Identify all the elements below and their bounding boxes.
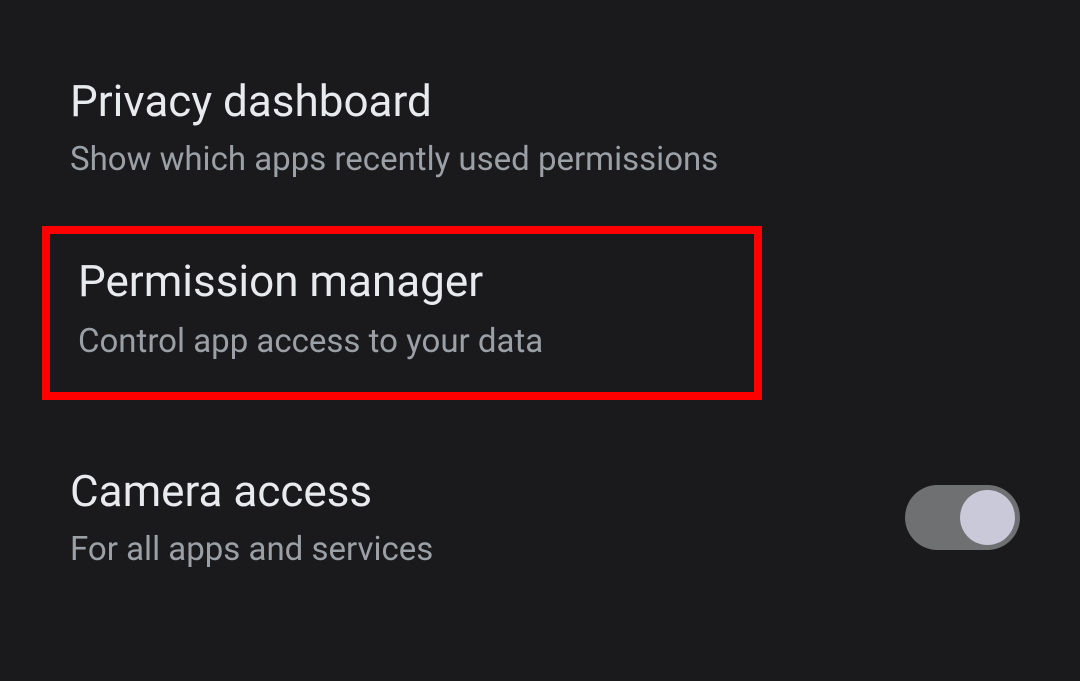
highlighted-permission-manager[interactable]: Permission manager Control app access to…: [42, 226, 762, 400]
setting-text-block: Privacy dashboard Show which apps recent…: [70, 74, 1010, 182]
setting-subtitle: For all apps and services: [70, 529, 865, 572]
setting-camera-access[interactable]: Camera access For all apps and services: [0, 420, 1080, 596]
setting-title: Permission manager: [78, 254, 726, 309]
setting-subtitle: Show which apps recently used permission…: [70, 139, 1010, 182]
setting-title: Privacy dashboard: [70, 74, 1010, 129]
setting-text-block: Permission manager Control app access to…: [78, 254, 726, 364]
privacy-settings-list: Privacy dashboard Show which apps recent…: [0, 0, 1080, 596]
camera-access-toggle[interactable]: [905, 485, 1020, 550]
setting-title: Camera access: [70, 464, 865, 519]
setting-text-block: Camera access For all apps and services: [70, 464, 865, 572]
setting-subtitle: Control app access to your data: [78, 321, 726, 364]
setting-privacy-dashboard[interactable]: Privacy dashboard Show which apps recent…: [0, 50, 1080, 206]
toggle-knob: [960, 490, 1015, 545]
